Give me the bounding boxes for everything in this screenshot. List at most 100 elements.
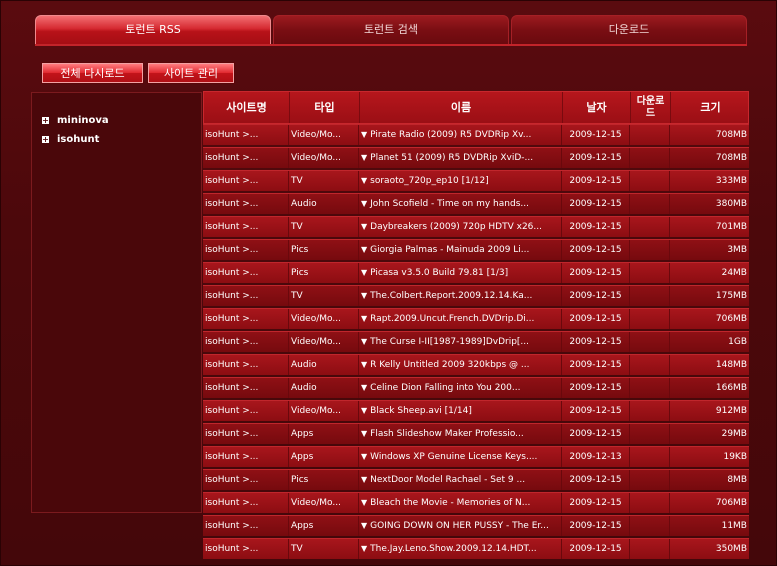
table-row[interactable]: isoHunt >... Audio ▼ R Kelly Untitled 2009 … — [203, 354, 749, 375]
header-type[interactable]: 타입 — [290, 92, 360, 123]
cell-date: 2009-12-15 — [562, 332, 630, 352]
torrent-name[interactable]: Black Sheep.avi [1/14] — [370, 406, 472, 416]
cell-download — [630, 332, 670, 352]
cell-date: 2009-12-15 — [562, 378, 630, 398]
expand-triangle-icon[interactable]: ▼ — [361, 383, 367, 392]
torrent-name[interactable]: Giorgia Palmas - Mainuda 2009 Li... — [370, 245, 529, 255]
tree-item-mininova[interactable]: + mininova — [42, 113, 109, 129]
torrent-name[interactable]: John Scofield - Time on my hands... — [370, 199, 529, 209]
cell-download — [630, 125, 670, 145]
header-size[interactable]: 크기 — [671, 92, 750, 123]
expand-triangle-icon[interactable]: ▼ — [361, 406, 367, 415]
cell-type: Video/Mo... — [289, 401, 359, 421]
expand-triangle-icon[interactable]: ▼ — [361, 222, 367, 231]
torrent-name[interactable]: Daybreakers (2009) 720p HDTV x26... — [370, 222, 542, 232]
cell-date: 2009-12-15 — [562, 263, 630, 283]
table-row[interactable]: isoHunt >... TV ▼ soraoto_720p_ep10 [1/12] 2… — [203, 170, 749, 191]
expand-triangle-icon[interactable]: ▼ — [361, 429, 367, 438]
torrent-name[interactable]: R Kelly Untitled 2009 320kbps @ ... — [370, 360, 529, 370]
site-manage-button[interactable]: 사이트 관리 — [148, 63, 234, 83]
cell-date: 2009-12-15 — [562, 309, 630, 329]
table-row[interactable]: isoHunt >... Audio ▼ Celine Dion Falling in… — [203, 377, 749, 398]
table-row[interactable]: isoHunt >... Video/Mo... ▼ Pirate Radio (20… — [203, 124, 749, 145]
table-row[interactable]: isoHunt >... Video/Mo... ▼ Rapt.2009.Uncut.… — [203, 308, 749, 329]
tree-item-isohunt[interactable]: + isohunt — [42, 132, 99, 148]
header-site[interactable]: 사이트명 — [204, 92, 290, 123]
torrent-name[interactable]: Rapt.2009.Uncut.French.DVDrip.Di... — [370, 314, 534, 324]
torrent-name[interactable]: Picasa v3.5.0 Build 79.81 [1/3] — [370, 268, 508, 278]
cell-date: 2009-12-15 — [562, 194, 630, 214]
cell-size: 29MB — [721, 429, 747, 439]
expand-triangle-icon[interactable]: ▼ — [361, 130, 367, 139]
expand-triangle-icon[interactable]: ▼ — [361, 314, 367, 323]
expand-triangle-icon[interactable]: ▼ — [361, 544, 367, 553]
torrent-name[interactable]: Planet 51 (2009) R5 DVDRip XviD-... — [370, 153, 533, 163]
plus-box-icon[interactable]: + — [42, 116, 49, 124]
cell-name: ▼ R Kelly Untitled 2009 320kbps @ ... — [359, 355, 562, 375]
table-row[interactable]: isoHunt >... Audio ▼ John Scofield - Time o… — [203, 193, 749, 214]
expand-triangle-icon[interactable]: ▼ — [361, 153, 367, 162]
torrent-name[interactable]: GOING DOWN ON HER PUSSY - The Er... — [370, 521, 549, 531]
torrent-name[interactable]: The.Colbert.Report.2009.12.14.Ka... — [370, 291, 532, 301]
expand-triangle-icon[interactable]: ▼ — [361, 268, 367, 277]
table-row[interactable]: isoHunt >... Video/Mo... ▼ Black Sheep.avi … — [203, 400, 749, 421]
cell-size: 175MB — [715, 291, 747, 301]
table-row[interactable]: isoHunt >... TV ▼ The.Colbert.Report.2009.1… — [203, 285, 749, 306]
cell-size: 708MB — [715, 130, 747, 140]
cell-type: Apps — [289, 516, 359, 536]
cell-name: ▼ Giorgia Palmas - Mainuda 2009 Li... — [359, 240, 562, 260]
reload-all-button[interactable]: 전체 다시로드 — [42, 63, 143, 83]
torrent-name[interactable]: The Curse I-II[1987-1989]DvDrip[... — [370, 337, 529, 347]
expand-triangle-icon[interactable]: ▼ — [361, 475, 367, 484]
expand-triangle-icon[interactable]: ▼ — [361, 498, 367, 507]
cell-date: 2009-12-15 — [562, 171, 630, 191]
table-row[interactable]: isoHunt >... TV ▼ The.Jay.Leno.Show.2009.12… — [203, 538, 749, 559]
header-download[interactable]: 다운로드 — [631, 92, 671, 123]
table-row[interactable]: isoHunt >... Video/Mo... ▼ Planet 51 (2009)… — [203, 147, 749, 168]
torrent-name[interactable]: The.Jay.Leno.Show.2009.12.14.HDT... — [370, 544, 536, 554]
torrent-name[interactable]: soraoto_720p_ep10 [1/12] — [370, 176, 489, 186]
table-row[interactable]: isoHunt >... Apps ▼ GOING DOWN ON HER PUSSY… — [203, 515, 749, 536]
cell-type: TV — [289, 171, 359, 191]
tab-download[interactable]: 다운로드 — [511, 15, 747, 45]
torrent-name[interactable]: Bleach the Movie - Memories of N... — [370, 498, 530, 508]
table-row[interactable]: isoHunt >... Video/Mo... ▼ The Curse I-II[1… — [203, 331, 749, 352]
expand-triangle-icon[interactable]: ▼ — [361, 199, 367, 208]
tab-torrent-rss[interactable]: 토런트 RSS — [35, 15, 271, 45]
expand-triangle-icon[interactable]: ▼ — [361, 176, 367, 185]
tab-torrent-search[interactable]: 토런트 검색 — [273, 15, 509, 45]
table-row[interactable]: isoHunt >... Video/Mo... ▼ Bleach the Movie… — [203, 492, 749, 513]
expand-triangle-icon[interactable]: ▼ — [361, 360, 367, 369]
table-row[interactable]: isoHunt >... Apps ▼ Windows XP Genuine Lice… — [203, 446, 749, 467]
tab-underline — [35, 44, 747, 46]
cell-site: isoHunt >... — [203, 171, 289, 191]
cell-type: TV — [289, 217, 359, 237]
tree-item-label: mininova — [57, 115, 109, 126]
cell-site: isoHunt >... — [203, 286, 289, 306]
cell-name: ▼ The.Colbert.Report.2009.12.14.Ka... — [359, 286, 562, 306]
cell-date: 2009-12-15 — [562, 148, 630, 168]
torrent-name[interactable]: Windows XP Genuine License Keys.... — [370, 452, 537, 462]
cell-size: 24MB — [721, 268, 747, 278]
plus-box-icon[interactable]: + — [42, 135, 49, 143]
expand-triangle-icon[interactable]: ▼ — [361, 452, 367, 461]
table-row[interactable]: isoHunt >... TV ▼ Daybreakers (2009) 720p H… — [203, 216, 749, 237]
cell-download — [630, 240, 670, 260]
cell-site: isoHunt >... — [203, 194, 289, 214]
expand-triangle-icon[interactable]: ▼ — [361, 245, 367, 254]
header-date[interactable]: 날자 — [563, 92, 631, 123]
torrent-name[interactable]: Pirate Radio (2009) R5 DVDRip Xv... — [370, 130, 531, 140]
cell-site: isoHunt >... — [203, 539, 289, 559]
expand-triangle-icon[interactable]: ▼ — [361, 337, 367, 346]
torrent-name[interactable]: Celine Dion Falling into You 200... — [370, 383, 520, 393]
torrent-name[interactable]: NextDoor Model Rachael - Set 9 ... — [370, 475, 525, 485]
expand-triangle-icon[interactable]: ▼ — [361, 521, 367, 530]
header-name[interactable]: 이름 — [360, 92, 563, 123]
torrent-name[interactable]: Flash Slideshow Maker Professio... — [370, 429, 524, 439]
table-row[interactable]: isoHunt >... Pics ▼ Picasa v3.5.0 Build 79.… — [203, 262, 749, 283]
cell-size: 8MB — [727, 475, 747, 485]
expand-triangle-icon[interactable]: ▼ — [361, 291, 367, 300]
table-row[interactable]: isoHunt >... Apps ▼ Flash Slideshow Maker P… — [203, 423, 749, 444]
table-row[interactable]: isoHunt >... Pics ▼ Giorgia Palmas - Mainud… — [203, 239, 749, 260]
table-row[interactable]: isoHunt >... Pics ▼ NextDoor Model Rachael … — [203, 469, 749, 490]
